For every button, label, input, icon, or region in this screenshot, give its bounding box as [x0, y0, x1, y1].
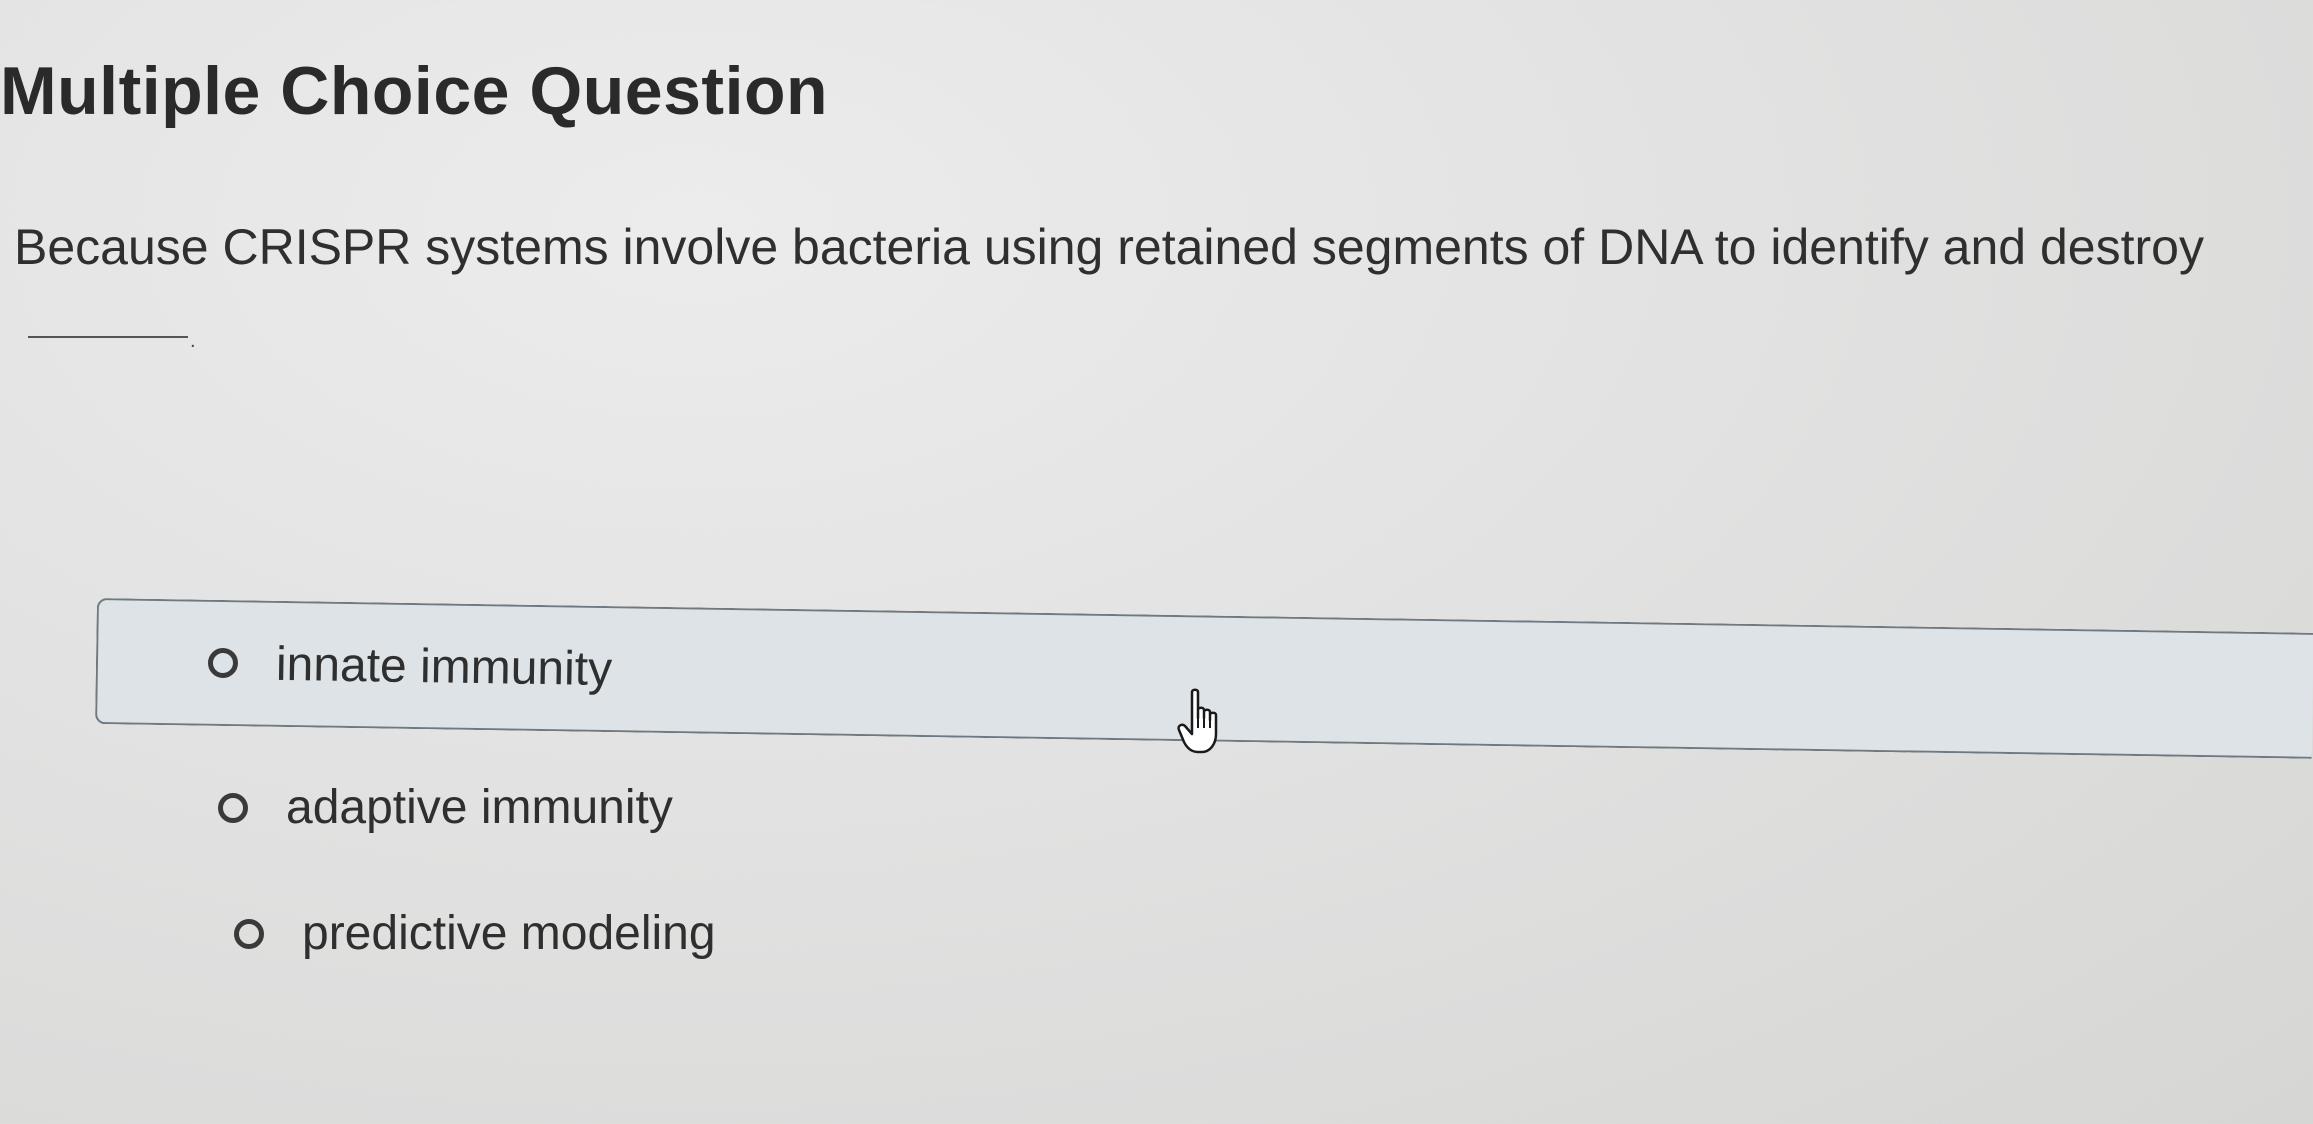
- radio-unchecked-icon[interactable]: [218, 792, 248, 823]
- question-page: Multiple Choice Question Because CRISPR …: [0, 0, 2313, 1124]
- radio-unchecked-icon[interactable]: [207, 647, 239, 679]
- blank-period: .: [190, 330, 196, 352]
- answer-option-predictive-modeling[interactable]: predictive modeling: [234, 906, 716, 961]
- option-label: predictive modeling: [302, 907, 716, 960]
- question-type-heading: Multiple Choice Question: [0, 53, 829, 129]
- answer-option-adaptive-immunity[interactable]: adaptive immunity: [218, 780, 673, 835]
- option-label: adaptive immunity: [286, 781, 673, 834]
- answer-blank: [28, 336, 188, 338]
- radio-unchecked-icon[interactable]: [234, 918, 264, 949]
- option-label: innate immunity: [275, 637, 613, 696]
- hand-pointer-icon: [1177, 688, 1218, 754]
- question-prompt: Because CRISPR systems involve bacteria …: [14, 219, 2204, 275]
